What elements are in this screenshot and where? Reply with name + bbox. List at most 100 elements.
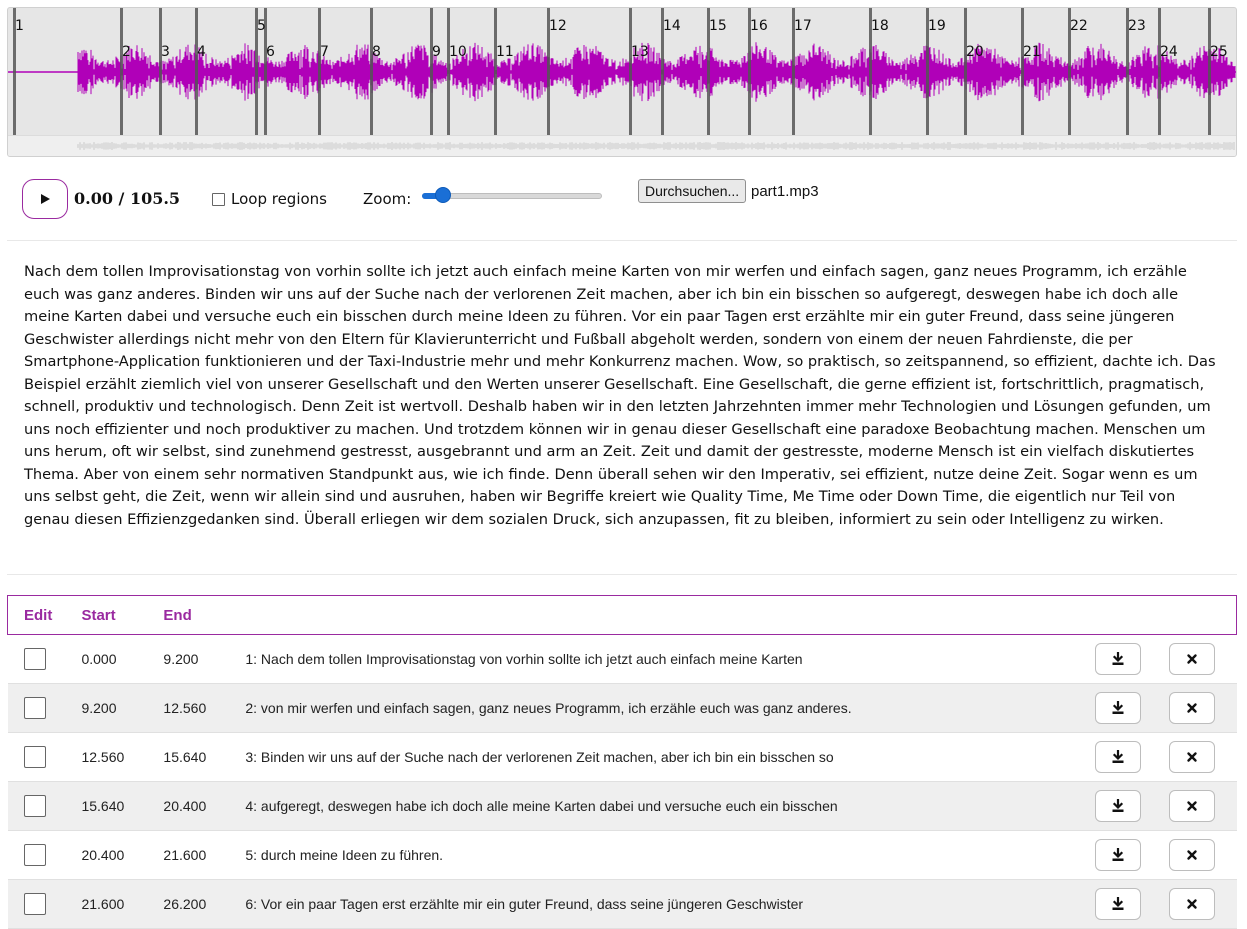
download-cell	[1094, 634, 1169, 684]
delete-button[interactable]	[1168, 692, 1215, 724]
region-label[interactable]: 18	[871, 18, 889, 34]
region-label[interactable]: 20	[966, 44, 984, 60]
region-label[interactable]: 15	[709, 18, 727, 34]
start-cell: 12.560	[81, 732, 164, 782]
text-cell: 3: Binden wir uns auf der Suche nach der…	[245, 732, 1095, 782]
download-button[interactable]	[1094, 643, 1141, 675]
region-marker[interactable]	[1158, 8, 1161, 136]
text-cell: 1: Nach dem tollen Improvisationstag von…	[245, 634, 1095, 684]
region-label[interactable]: 1	[15, 18, 24, 34]
region-label[interactable]: 9	[432, 44, 441, 60]
region-marker[interactable]	[1021, 8, 1024, 136]
region-label[interactable]: 2	[122, 44, 131, 60]
region-marker[interactable]	[494, 8, 497, 136]
region-label[interactable]: 16	[750, 18, 768, 34]
table-row: 15.640 20.400 4: aufgeregt, deswegen hab…	[7, 781, 1237, 831]
divider	[7, 240, 1237, 241]
region-label[interactable]: 6	[266, 44, 275, 60]
edit-checkbox[interactable]	[23, 746, 46, 768]
delete-button[interactable]	[1168, 790, 1215, 822]
divider	[7, 574, 1237, 575]
region-label[interactable]: 24	[1160, 44, 1178, 60]
waveform-canvas[interactable]: 1 2 3 4 5 6 7 8 9 10 11 12 13 14 15 16 17 18 19 20 21 22 23 24 2…	[7, 7, 1237, 157]
region-label[interactable]: 22	[1070, 18, 1088, 34]
minimap-wave	[77, 142, 1235, 150]
region-label[interactable]: 4	[197, 44, 206, 60]
edit-checkbox[interactable]	[23, 697, 46, 719]
download-button[interactable]	[1094, 741, 1141, 773]
table-row: 20.400 21.600 5: durch meine Ideen zu fü…	[7, 830, 1237, 880]
header-download	[1094, 595, 1169, 635]
header-end: End	[163, 595, 246, 635]
delete-cell	[1168, 830, 1237, 880]
region-marker[interactable]	[629, 8, 632, 136]
end-cell: 26.200	[163, 879, 246, 929]
region-label[interactable]: 17	[794, 18, 812, 34]
region-label[interactable]: 13	[631, 44, 649, 60]
text-cell: 6: Vor ein paar Tagen erst erzählte mir …	[245, 879, 1095, 929]
zoom-thumb[interactable]	[435, 187, 452, 203]
region-marker[interactable]	[964, 8, 967, 136]
region-marker[interactable]	[120, 8, 123, 136]
delete-button[interactable]	[1168, 741, 1215, 773]
edit-cell	[7, 879, 82, 929]
region-marker[interactable]	[430, 8, 433, 136]
region-marker[interactable]	[370, 8, 373, 136]
download-icon	[1111, 701, 1125, 715]
close-icon	[1186, 898, 1198, 910]
loop-regions-checkbox[interactable]: Loop regions	[212, 190, 327, 208]
download-button[interactable]	[1094, 790, 1141, 822]
zoom-slider[interactable]	[420, 185, 602, 205]
region-label[interactable]: 14	[663, 18, 681, 34]
region-label[interactable]: 25	[1210, 44, 1228, 60]
play-button[interactable]	[22, 179, 68, 219]
region-label[interactable]: 19	[928, 18, 946, 34]
download-cell	[1094, 830, 1169, 880]
edit-checkbox[interactable]	[23, 795, 46, 817]
region-label[interactable]: 7	[320, 44, 329, 60]
delete-button[interactable]	[1168, 839, 1215, 871]
text-cell: 2: von mir werfen und einfach sagen, gan…	[245, 683, 1095, 733]
file-name: part1.mp3	[751, 183, 819, 200]
minimap-graphic	[77, 142, 1235, 150]
loop-regions-label: Loop regions	[231, 190, 327, 208]
download-button[interactable]	[1094, 888, 1141, 920]
region-label[interactable]: 23	[1128, 18, 1146, 34]
start-cell: 9.200	[81, 683, 164, 733]
region-label[interactable]: 3	[161, 44, 170, 60]
waveform-path	[77, 42, 1236, 102]
edit-cell	[7, 634, 82, 684]
region-marker[interactable]	[318, 8, 321, 136]
table-header-row: Edit Start End	[7, 595, 1237, 635]
delete-button[interactable]	[1168, 888, 1215, 920]
time-display: 0.00 / 105.5	[74, 189, 181, 208]
region-marker[interactable]	[159, 8, 162, 136]
start-cell: 0.000	[81, 634, 164, 684]
region-marker[interactable]	[1208, 8, 1211, 136]
region-label[interactable]: 21	[1023, 44, 1041, 60]
download-button[interactable]	[1094, 692, 1141, 724]
edit-checkbox[interactable]	[23, 844, 46, 866]
header-delete	[1168, 595, 1237, 635]
play-icon	[41, 194, 50, 204]
text-cell: 5: durch meine Ideen zu führen.	[245, 830, 1095, 880]
download-button[interactable]	[1094, 839, 1141, 871]
end-cell: 9.200	[163, 634, 246, 684]
region-label[interactable]: 11	[496, 44, 514, 60]
close-icon	[1186, 702, 1198, 714]
file-browse-button[interactable]: Durchsuchen...	[638, 179, 747, 203]
delete-button[interactable]	[1168, 643, 1215, 675]
edit-checkbox[interactable]	[23, 893, 46, 915]
region-marker[interactable]	[195, 8, 198, 136]
loop-checkbox-box[interactable]	[212, 192, 225, 206]
region-label[interactable]: 12	[549, 18, 567, 34]
edit-checkbox[interactable]	[23, 648, 46, 670]
region-label[interactable]: 8	[372, 44, 381, 60]
delete-cell	[1168, 683, 1237, 733]
download-icon	[1111, 799, 1125, 813]
region-marker[interactable]	[447, 8, 450, 136]
zoom-label: Zoom:	[363, 190, 412, 208]
waveform-minimap[interactable]	[8, 135, 1236, 156]
region-label[interactable]: 10	[449, 44, 467, 60]
region-label[interactable]: 5	[257, 18, 266, 34]
